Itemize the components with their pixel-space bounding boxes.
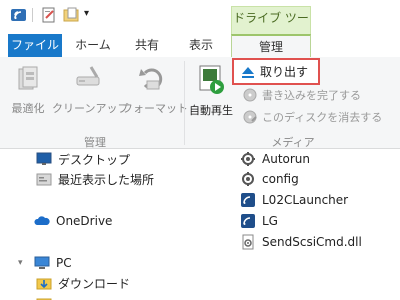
app-icon	[241, 214, 255, 228]
chevron-down-icon[interactable]: ▾	[18, 258, 30, 268]
list-item[interactable]: Autorun	[240, 149, 310, 169]
downloads-folder-icon	[36, 278, 52, 290]
format-label: フォーマット	[122, 102, 188, 115]
cleanup-icon	[76, 66, 100, 86]
ribbon-tab-bar: ファイル ホーム 共有 表示 管理	[0, 34, 400, 58]
nav-item-onedrive[interactable]: OneDrive	[18, 211, 112, 231]
autoplay-button[interactable]: 自動再生	[186, 63, 236, 118]
autorun-file-icon	[241, 152, 255, 166]
file-name: config	[262, 172, 299, 186]
list-item[interactable]: LG	[240, 211, 278, 231]
ribbon-panel: 最適化 クリーンアップ フォーマット 管理 自動再生 取り出す 書き込みを完了す…	[0, 57, 400, 149]
tab-view[interactable]: 表示	[174, 34, 228, 58]
finish-burn-icon	[243, 88, 257, 102]
eject-button[interactable]: 取り出す	[232, 58, 320, 85]
properties-icon[interactable]	[40, 6, 58, 24]
drive-app-icon[interactable]	[10, 6, 28, 24]
erase-disc-label: このディスクを消去する	[262, 111, 383, 124]
manage-group-label: 管理	[84, 136, 106, 149]
autoplay-icon	[199, 65, 224, 94]
qat-divider	[32, 8, 33, 22]
nav-item-downloads[interactable]: ダウンロード	[36, 273, 130, 293]
tab-file[interactable]: ファイル	[8, 34, 62, 58]
qat-dropdown-icon[interactable]: ▾	[84, 8, 102, 26]
file-name: Autorun	[262, 152, 311, 166]
eject-icon	[242, 66, 254, 78]
format-button[interactable]: フォーマット	[122, 63, 188, 116]
file-name: SendScsiCmd.dll	[262, 235, 362, 249]
navigation-pane: デスクトップ 最近表示した場所 OneDrive ▾ PC ダウンロード	[0, 149, 230, 300]
cleanup-label: クリーンアップ	[52, 102, 129, 115]
list-item[interactable]: config	[240, 169, 299, 189]
list-item[interactable]: L02CLauncher	[240, 190, 348, 210]
finish-burning-label: 書き込みを完了する	[262, 89, 361, 102]
optimize-icon	[18, 66, 38, 90]
tab-home[interactable]: ホーム	[66, 34, 120, 58]
optimize-label: 最適化	[11, 102, 45, 115]
nav-item-label: OneDrive	[56, 214, 113, 228]
media-group-label: メディア	[271, 136, 315, 149]
nav-item-partial[interactable]	[36, 293, 58, 300]
title-bar: ▾ ドライブ ツール	[0, 0, 400, 47]
recent-places-icon	[36, 173, 52, 186]
erase-disc-button[interactable]: このディスクを消去する	[242, 107, 382, 127]
finish-burning-button[interactable]: 書き込みを完了する	[242, 85, 361, 105]
nav-item-label: デスクトップ	[58, 152, 131, 167]
tab-share[interactable]: 共有	[124, 34, 170, 58]
file-name: L02CLauncher	[262, 193, 349, 207]
cleanup-button[interactable]: クリーンアップ	[52, 63, 129, 116]
dll-file-icon	[242, 234, 254, 250]
autoplay-label: 自動再生	[189, 104, 233, 117]
nav-item-recent-places[interactable]: 最近表示した場所	[36, 169, 154, 189]
app-icon	[241, 193, 255, 207]
nav-item-label: ダウンロード	[58, 276, 131, 291]
nav-item-label: 最近表示した場所	[58, 172, 155, 187]
nav-item-desktop[interactable]: デスクトップ	[36, 149, 130, 169]
list-item[interactable]: SendScsiCmd.dll	[240, 232, 362, 252]
erase-disc-icon	[243, 110, 257, 124]
file-name: LG	[262, 214, 278, 228]
group-divider	[184, 61, 185, 145]
onedrive-icon	[34, 216, 50, 225]
nav-item-pc[interactable]: ▾ PC	[18, 253, 72, 273]
file-list: Autorun config L02CLauncher LG SendScsiC…	[230, 149, 400, 300]
format-icon	[139, 68, 163, 90]
folder-icon	[36, 298, 52, 300]
config-file-icon	[242, 172, 254, 186]
new-folder-icon[interactable]	[62, 6, 80, 24]
tab-manage[interactable]: 管理	[231, 34, 311, 58]
nav-item-label: PC	[56, 256, 72, 270]
optimize-button[interactable]: 最適化	[8, 63, 48, 116]
desktop-icon	[36, 152, 52, 165]
pc-icon	[34, 256, 50, 269]
drive-tools-context-label: ドライブ ツール	[231, 6, 311, 47]
eject-label: 取り出す	[260, 65, 309, 79]
